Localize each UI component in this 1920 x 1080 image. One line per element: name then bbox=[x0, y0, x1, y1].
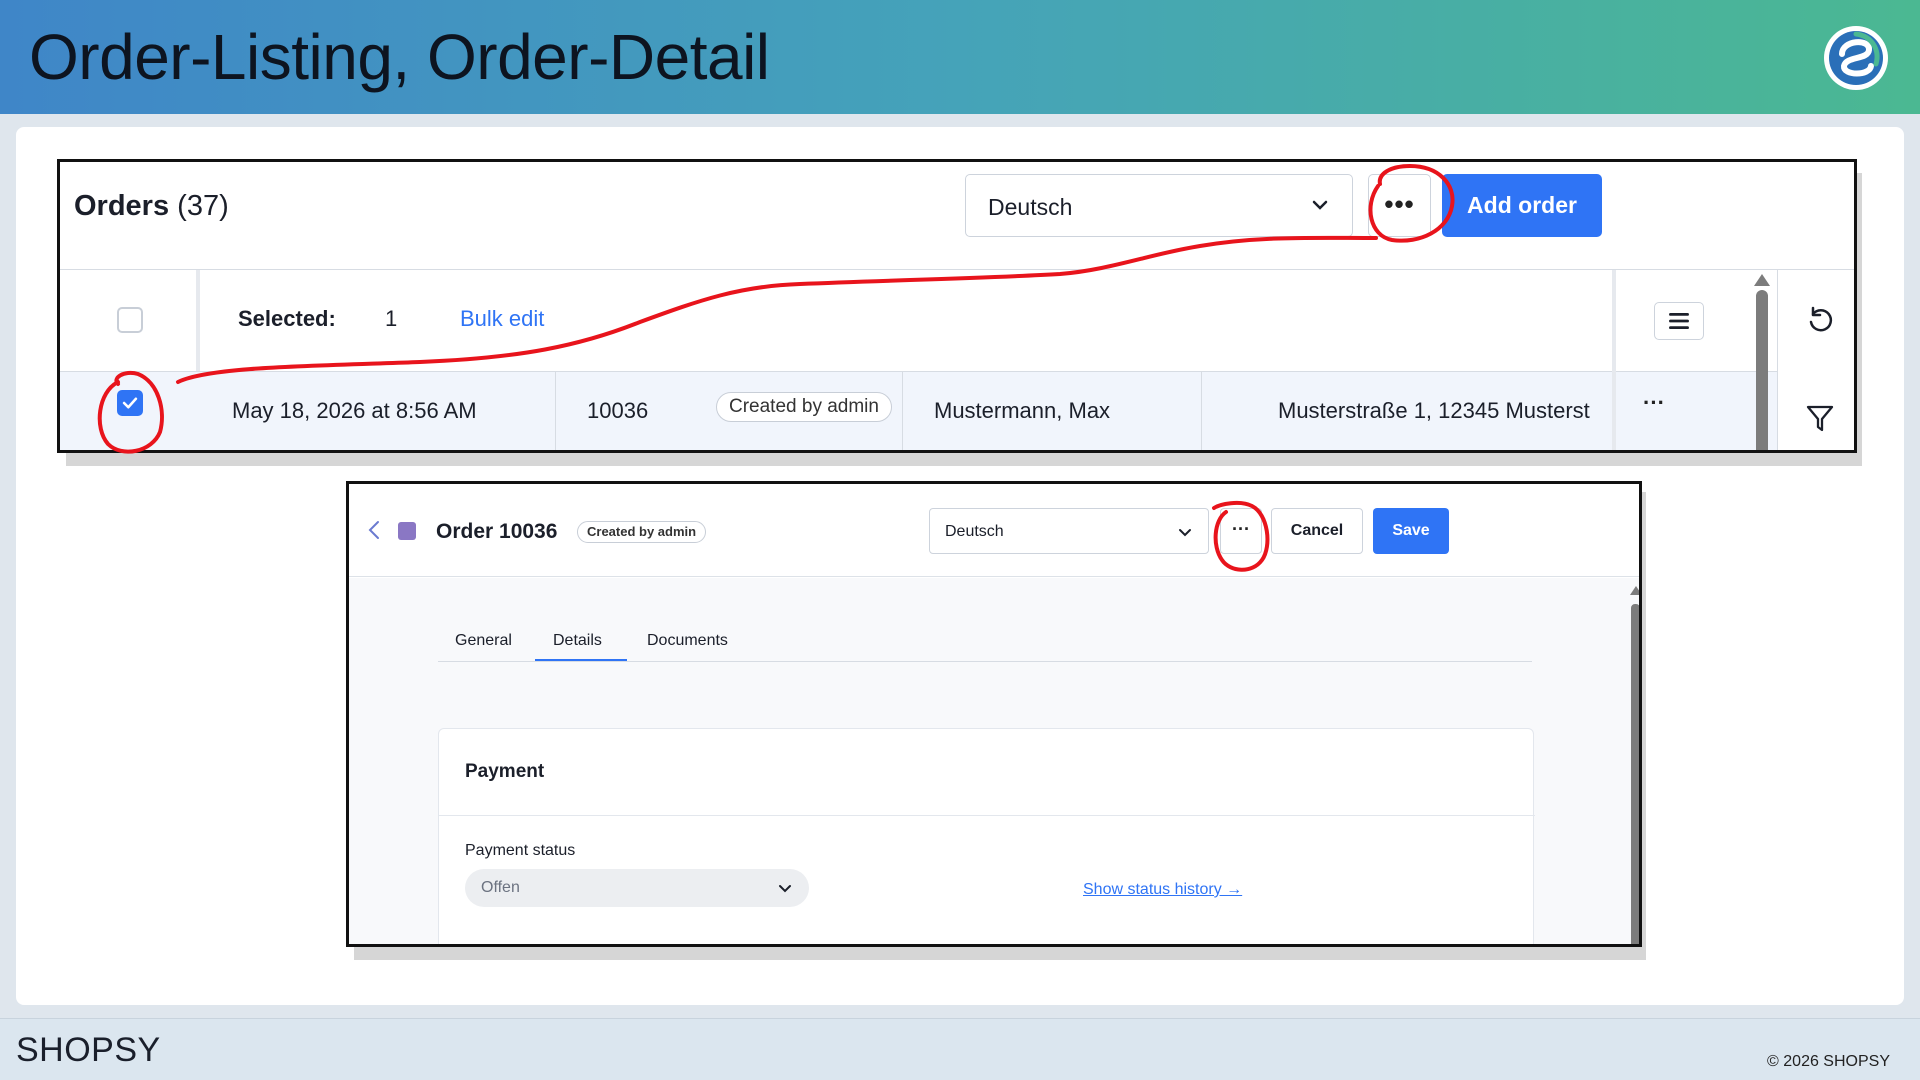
payment-card: Payment Payment status Offen Show status… bbox=[438, 728, 1535, 944]
created-by-badge: Created by admin bbox=[577, 521, 707, 543]
order-number-cell: 10036 bbox=[587, 398, 649, 423]
payment-status-value: Offen bbox=[481, 879, 520, 896]
slide-header: Order-Listing, Order-Detail bbox=[0, 0, 1920, 114]
tab-details[interactable]: Details bbox=[553, 632, 602, 650]
filter-icon[interactable] bbox=[1804, 402, 1836, 434]
tab-general[interactable]: General bbox=[455, 632, 512, 650]
cell-divider bbox=[1201, 371, 1202, 450]
column-menu-button[interactable] bbox=[1654, 302, 1704, 340]
tab-bar: General Details Documents bbox=[438, 624, 1532, 662]
created-by-badge: Created by admin bbox=[716, 392, 892, 422]
customer-cell: Mustermann, Max bbox=[934, 398, 1111, 423]
save-button[interactable]: Save bbox=[1373, 508, 1449, 554]
slide-footer: SHOPSY © 2026 SHOPSY bbox=[0, 1018, 1920, 1080]
row-actions-button[interactable]: ··· bbox=[1624, 390, 1684, 416]
checkmark-icon bbox=[122, 397, 138, 409]
more-actions-button[interactable]: ··· bbox=[1220, 508, 1262, 554]
order-date-cell: May 18, 2026 at 8:56 AM bbox=[232, 398, 477, 423]
orders-listing-screenshot: Orders (37) Deutsch ••• Add order Select… bbox=[57, 159, 1857, 453]
language-select[interactable]: Deutsch bbox=[929, 508, 1209, 554]
language-select[interactable]: Deutsch bbox=[965, 174, 1353, 237]
back-chevron-icon[interactable] bbox=[367, 520, 381, 540]
selected-label: Selected: bbox=[238, 306, 336, 331]
active-tab-indicator bbox=[535, 659, 627, 661]
order-detail-title: Order 10036 bbox=[436, 520, 558, 543]
language-select-value: Deutsch bbox=[945, 523, 1004, 540]
scroll-up-arrow-icon[interactable] bbox=[1630, 586, 1639, 595]
cancel-button[interactable]: Cancel bbox=[1271, 508, 1363, 554]
shopping-bag-icon bbox=[398, 522, 416, 540]
orders-title: Orders (37) bbox=[74, 190, 229, 223]
chevron-down-icon bbox=[779, 885, 791, 893]
side-toolbar bbox=[1777, 270, 1854, 450]
payment-title: Payment bbox=[465, 761, 545, 782]
order-detail-screenshot: Order 10036 Created by admin Deutsch ···… bbox=[346, 481, 1642, 947]
payment-status-select[interactable]: Offen bbox=[465, 869, 809, 907]
action-column-divider bbox=[1612, 270, 1616, 450]
language-select-value: Deutsch bbox=[988, 194, 1073, 220]
cell-divider bbox=[902, 371, 903, 450]
show-status-history-link[interactable]: Show status history → bbox=[1083, 881, 1242, 899]
vertical-scrollbar[interactable] bbox=[1756, 290, 1768, 450]
chevron-down-icon bbox=[1312, 200, 1328, 210]
row-checkbox[interactable] bbox=[117, 390, 143, 416]
slide-title: Order-Listing, Order-Detail bbox=[29, 21, 770, 93]
shopsy-logo-icon bbox=[1824, 26, 1888, 90]
cell-divider bbox=[555, 371, 556, 450]
selected-count: 1 bbox=[385, 306, 398, 331]
orders-title-label: Orders bbox=[74, 190, 170, 222]
vertical-scrollbar[interactable] bbox=[1631, 604, 1639, 944]
hamburger-icon bbox=[1669, 312, 1689, 330]
more-dots-icon: ··· bbox=[1232, 519, 1250, 539]
detail-header: Order 10036 Created by admin Deutsch ···… bbox=[349, 484, 1639, 577]
address-cell: Musterstraße 1, 12345 Musterst bbox=[1278, 398, 1590, 423]
add-order-button[interactable]: Add order bbox=[1442, 174, 1602, 237]
more-dots-icon: ••• bbox=[1384, 189, 1415, 219]
payment-status-label: Payment status bbox=[465, 842, 576, 859]
card-divider bbox=[439, 815, 1535, 816]
footer-brand-logo: SHOPSY bbox=[16, 1031, 161, 1069]
chevron-down-icon bbox=[1179, 529, 1191, 537]
footer-copyright: © 2026 SHOPSY bbox=[1767, 1053, 1890, 1070]
scroll-up-arrow-icon[interactable] bbox=[1754, 274, 1770, 286]
more-actions-button[interactable]: ••• bbox=[1368, 174, 1431, 237]
tab-documents[interactable]: Documents bbox=[647, 632, 728, 650]
refresh-icon[interactable] bbox=[1804, 304, 1836, 336]
bulk-edit-link[interactable]: Bulk edit bbox=[460, 306, 544, 332]
selection-bar bbox=[200, 270, 1624, 369]
orders-count: (37) bbox=[177, 190, 229, 222]
select-all-checkbox[interactable] bbox=[117, 307, 143, 333]
